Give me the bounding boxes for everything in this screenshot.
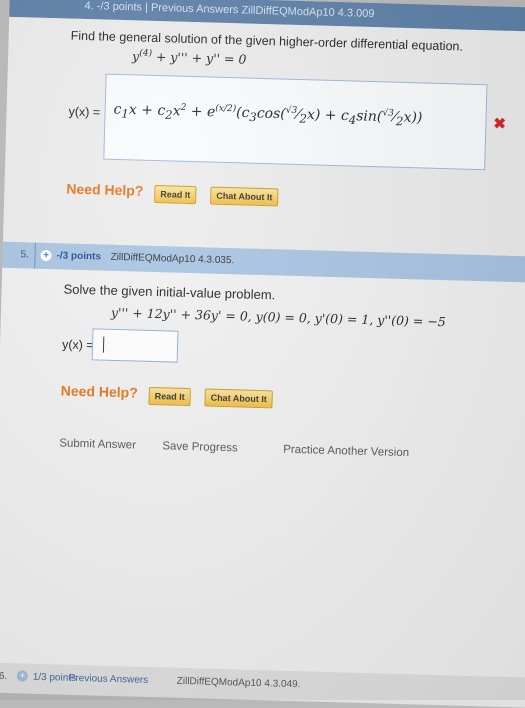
text-cursor	[102, 336, 105, 353]
question-5-reference: ZillDiffEQModAp10 4.3.035.	[110, 251, 235, 267]
previous-answers-link[interactable]: Previous Answers	[69, 673, 149, 686]
question-4-read-it-button[interactable]: Read It	[154, 184, 197, 205]
question-5-chat-about-it-button[interactable]: Chat About It	[204, 388, 274, 409]
question-5-answer-label: y(x) =	[61, 337, 94, 353]
question-5-need-help: Need Help?	[60, 382, 139, 401]
question-4-need-help: Need Help?	[66, 180, 144, 199]
question-4-answer-field[interactable]: c1x + c2x2 + e(x/2)(c3cos(√3⁄2x) + c4sin…	[103, 73, 488, 171]
question-5-panel: Solve the given initial-value problem. y…	[0, 267, 525, 684]
question-4-panel: Find the general solution of the given h…	[2, 16, 525, 258]
question-6-reference: ZillDiffEQModAp10 4.3.049.	[176, 675, 301, 691]
question-5-read-it-button[interactable]: Read It	[148, 386, 191, 407]
question-5-prompt: Solve the given initial-value problem.	[63, 281, 276, 303]
question-5-number: 5.	[20, 249, 30, 261]
submit-answer-button[interactable]: Submit Answer	[59, 437, 136, 451]
question-4-equation: y(4) + y''' + y'' = 0	[131, 48, 247, 67]
save-progress-button[interactable]: Save Progress	[162, 440, 238, 454]
question-4-chat-about-it-button[interactable]: Chat About It	[210, 186, 279, 207]
divider	[34, 242, 36, 269]
question-4-header-text: 4. -/3 points | Previous Answers ZillDif…	[84, 0, 375, 21]
question-5-answer-input[interactable]	[91, 328, 179, 363]
question-4-prompt: Find the general solution of the given h…	[70, 28, 464, 54]
expand-icon[interactable]: +	[40, 249, 52, 262]
expand-icon[interactable]: +	[16, 670, 28, 682]
x-icon: ✖	[493, 115, 507, 133]
question-5-points: -/3 points	[56, 250, 102, 263]
question-5-equation: y''' + 12y'' + 36y' = 0, y(0) = 0, y'(0)…	[110, 304, 446, 330]
webassign-page: 4. -/3 points | Previous Answers ZillDif…	[0, 0, 525, 708]
question-4-answer-label: y(x) =	[68, 104, 101, 120]
practice-another-version-button[interactable]: Practice Another Version	[283, 444, 409, 460]
question-4-answer-value: c1x + c2x2 + e(x/2)(c3cos(√3⁄2x) + c4sin…	[113, 101, 423, 129]
question-6-number: 6.	[0, 670, 8, 683]
